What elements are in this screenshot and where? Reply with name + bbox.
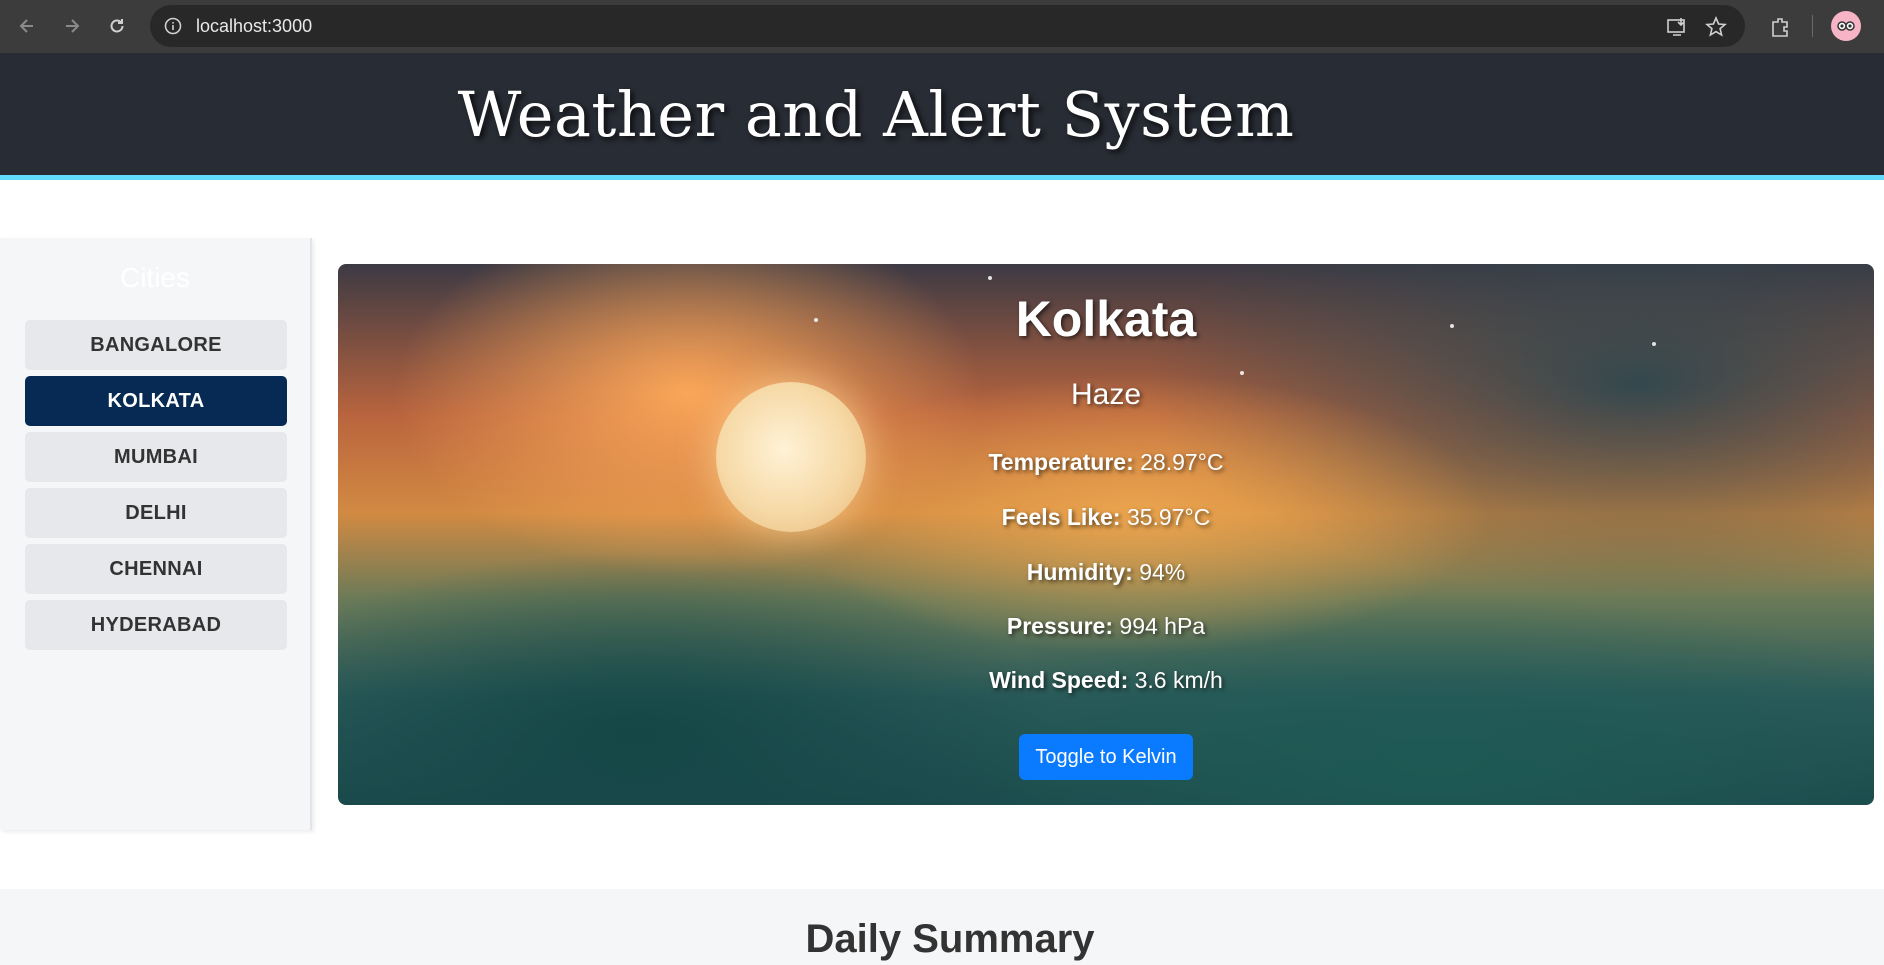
extensions-icon[interactable] [1766,13,1794,41]
bookmark-star-icon[interactable] [1704,15,1728,39]
stat-label: Feels Like: [1001,504,1121,530]
feels-like-stat: Feels Like: 35.97°C [338,503,1874,531]
stat-label: Wind Speed: [989,667,1129,693]
stat-value: 28.97°C [1140,449,1224,475]
stat-value: 35.97°C [1126,504,1211,530]
stat-label: Pressure: [1006,613,1114,639]
install-app-icon[interactable] [1665,15,1689,39]
city-button-bangalore[interactable]: BANGALORE [25,320,287,370]
star-decoration [1240,371,1244,375]
city-button-delhi[interactable]: DELHI [25,488,287,538]
city-name: Kolkata [1015,291,1197,347]
pressure-stat: Pressure: 994 hPa [338,612,1874,640]
city-button-kolkata[interactable]: KOLKATA [25,376,287,426]
city-button-hyderabad[interactable]: HYDERABAD [25,600,287,650]
wind-speed-stat: Wind Speed: 3.6 km/h [338,666,1874,694]
daily-summary-section: Daily Summary [0,889,1884,965]
city-button-chennai[interactable]: CHENNAI [25,544,287,594]
weather-card: Kolkata Haze Temperature: 28.97°C Feels … [338,264,1874,805]
site-info-icon[interactable] [162,15,184,37]
stat-value: 94% [1139,559,1186,585]
stat-label: Humidity: [1026,559,1133,585]
reload-icon[interactable] [104,13,130,39]
back-icon[interactable] [14,13,40,39]
stat-value: 3.6 km/h [1134,667,1223,693]
daily-summary-title: Daily Summary [805,917,1095,961]
humidity-stat: Humidity: 94% [338,558,1874,586]
sidebar-title: Cities [119,262,190,293]
forward-icon[interactable] [59,13,85,39]
app-header: Weather and Alert System [0,53,1884,180]
profile-avatar[interactable] [1831,11,1861,41]
weather-condition: Haze [1070,378,1142,411]
stat-label: Temperature: [988,449,1134,475]
star-decoration [988,276,992,280]
page-title: Weather and Alert System [457,77,1295,151]
city-sidebar: Cities BANGALORE KOLKATA MUMBAI DELHI CH… [0,238,312,830]
temperature-stat: Temperature: 28.97°C [338,448,1874,476]
toggle-kelvin-button[interactable]: Toggle to Kelvin [1019,734,1193,780]
city-button-mumbai[interactable]: MUMBAI [25,432,287,482]
browser-toolbar: localhost:3000 [0,0,1884,53]
toolbar-divider [1812,15,1813,37]
stat-value: 994 hPa [1119,613,1206,639]
url-text[interactable]: localhost:3000 [196,16,312,36]
address-bar[interactable]: localhost:3000 [150,5,1745,47]
